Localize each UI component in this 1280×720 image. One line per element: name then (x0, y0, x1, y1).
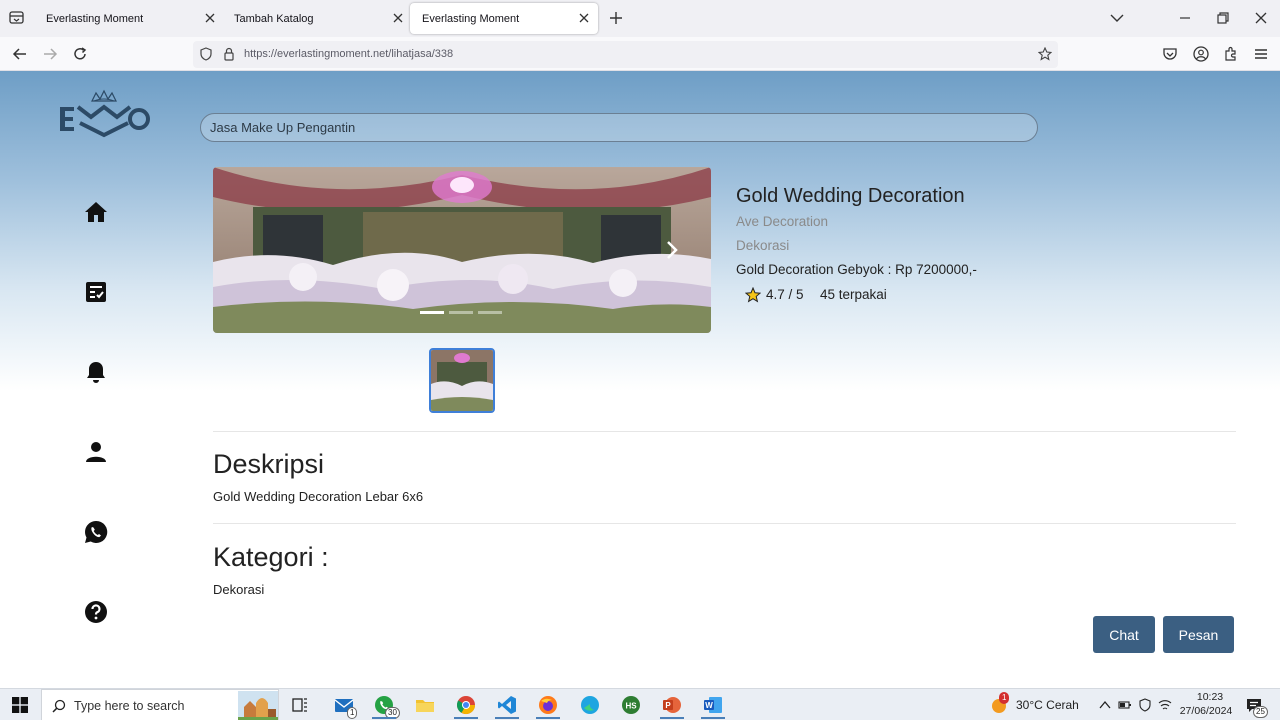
whatsapp-badge: 30 (385, 707, 400, 719)
whatsapp-icon[interactable] (84, 520, 108, 544)
pocket-icon[interactable] (1161, 45, 1179, 63)
chrome-icon[interactable] (452, 693, 480, 719)
vscode-icon[interactable] (493, 693, 521, 719)
mail-app-icon[interactable]: 1 (330, 693, 358, 719)
lock-icon[interactable] (222, 47, 236, 61)
bookmark-star-icon[interactable] (1037, 46, 1053, 61)
wedding-decoration-photo (213, 167, 711, 333)
browser-tab-bar: Everlasting Moment Tambah Katalog Everla… (0, 0, 1280, 37)
battery-icon[interactable] (1118, 698, 1132, 712)
divider (213, 523, 1236, 524)
weather-icon[interactable]: 1 (990, 692, 1010, 714)
product-title: Gold Wedding Decoration (736, 185, 965, 207)
notification-badge: 25 (1253, 706, 1268, 718)
product-type: Dekorasi (736, 238, 790, 253)
search-icon (52, 699, 66, 713)
home-icon[interactable] (84, 200, 108, 224)
file-explorer-icon[interactable] (411, 693, 439, 719)
order-list-icon[interactable] (84, 280, 108, 304)
security-icon[interactable] (1138, 698, 1152, 712)
emo-logo[interactable] (58, 87, 152, 143)
edge-icon[interactable] (576, 693, 604, 719)
profile-icon[interactable] (84, 440, 108, 464)
windows-start-icon[interactable] (12, 697, 28, 713)
svg-text:P: P (665, 701, 671, 710)
svg-text:HS: HS (625, 702, 637, 711)
carousel-indicators (420, 311, 502, 314)
tab-title: Everlasting Moment (46, 12, 144, 25)
carousel-indicator[interactable] (420, 311, 444, 314)
new-tab-icon[interactable] (608, 10, 624, 26)
vendor-name: Ave Decoration (736, 214, 829, 229)
taskbar-search-box[interactable]: Type here to search (41, 689, 279, 720)
star-icon (744, 286, 762, 303)
close-tab-icon[interactable] (204, 12, 216, 24)
tab-list-icon[interactable] (8, 10, 26, 26)
close-tab-icon[interactable] (392, 12, 404, 24)
clock-date[interactable]: 27/06/2024 (1178, 705, 1234, 717)
powerpoint-icon[interactable]: P (658, 693, 686, 719)
tab-title: Everlasting Moment (422, 12, 520, 25)
url-text: https://everlastingmoment.net/lihatjasa/… (244, 48, 454, 60)
carousel-indicator[interactable] (449, 311, 473, 314)
carousel-indicator[interactable] (478, 311, 502, 314)
firefox-icon[interactable] (534, 693, 562, 719)
description-text: Gold Wedding Decoration Lebar 6x6 (213, 489, 424, 504)
list-all-tabs-icon[interactable] (1108, 9, 1126, 27)
reload-icon[interactable] (71, 45, 89, 63)
close-window-icon[interactable] (1252, 9, 1270, 27)
usage-count: 45 terpakai (820, 287, 887, 302)
back-icon[interactable] (11, 45, 29, 63)
notification-center-icon[interactable]: 25 (1244, 696, 1268, 718)
page-content: Gold Wedding Decoration Ave Decoration D… (0, 71, 1280, 688)
svg-text:W: W (705, 701, 713, 710)
category-heading: Kategori : (213, 542, 329, 572)
menu-icon[interactable] (1252, 45, 1270, 63)
wifi-icon[interactable] (1158, 698, 1172, 712)
account-icon[interactable] (1192, 45, 1210, 63)
clock-time[interactable]: 10:23 (1186, 691, 1234, 703)
description-heading: Deskripsi (213, 449, 325, 479)
tab-everlasting-moment-1[interactable]: Everlasting Moment (34, 3, 224, 34)
category-text: Dekorasi (213, 582, 265, 597)
chat-button[interactable]: Chat (1093, 616, 1155, 653)
taskbar-search-placeholder: Type here to search (74, 699, 185, 713)
divider (213, 431, 1236, 432)
thumbnail-photo (431, 350, 493, 411)
bell-icon[interactable] (84, 360, 108, 384)
tab-tambah-katalog[interactable]: Tambah Katalog (222, 3, 412, 34)
restore-icon[interactable] (1214, 9, 1232, 27)
tab-title: Tambah Katalog (234, 12, 314, 25)
product-image-carousel[interactable] (213, 167, 711, 333)
close-tab-icon[interactable] (578, 12, 590, 24)
whatsapp-app-icon[interactable]: 30 (370, 693, 400, 719)
extensions-icon[interactable] (1222, 45, 1240, 63)
search-input[interactable] (200, 113, 1038, 142)
hs-app-icon[interactable]: HS (617, 693, 645, 719)
tab-everlasting-moment-active[interactable]: Everlasting Moment (410, 3, 598, 34)
help-icon[interactable] (84, 600, 108, 624)
url-bar[interactable]: https://everlastingmoment.net/lihatjasa/… (193, 41, 1058, 68)
search-highlight-image (238, 691, 278, 720)
product-thumbnail[interactable] (429, 348, 495, 413)
order-button[interactable]: Pesan (1163, 616, 1234, 653)
tracking-shield-icon[interactable] (199, 47, 213, 61)
mail-badge: 1 (347, 707, 358, 719)
chevron-up-icon[interactable] (1098, 698, 1112, 712)
carousel-next-icon[interactable] (663, 239, 681, 261)
price-line: Gold Decoration Gebyok : Rp 7200000,- (736, 262, 977, 277)
browser-nav-bar: https://everlastingmoment.net/lihatjasa/… (0, 37, 1280, 71)
rating-value: 4.7 / 5 (766, 287, 804, 302)
word-icon[interactable]: W (699, 693, 727, 719)
windows-taskbar: Type here to search 1 30 HS P W 1 30°C C… (0, 688, 1280, 720)
forward-icon[interactable] (41, 45, 59, 63)
minimize-icon[interactable] (1176, 9, 1194, 27)
weather-text[interactable]: 30°C Cerah (1016, 698, 1079, 712)
task-view-icon[interactable] (286, 693, 314, 719)
